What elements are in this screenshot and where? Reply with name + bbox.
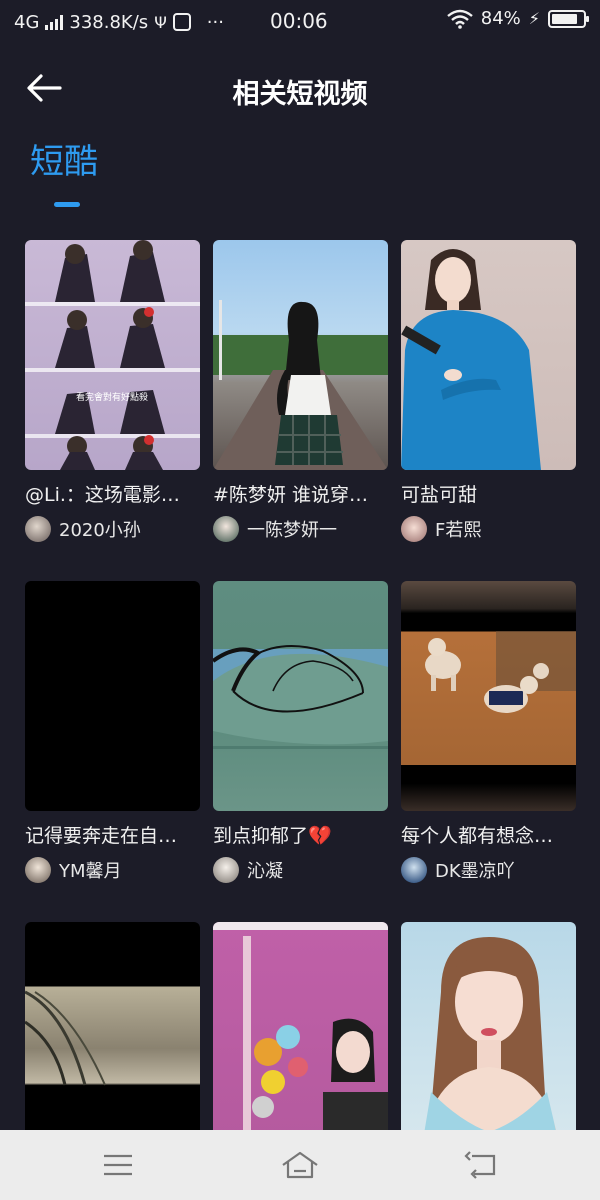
home-button[interactable]: [280, 1148, 320, 1182]
wifi-icon: [446, 9, 473, 29]
home-icon: [282, 1151, 318, 1179]
video-thumbnail: 看完會對有好點殺: [25, 240, 200, 470]
video-thumbnail: [213, 922, 388, 1152]
menu-icon: [104, 1154, 132, 1176]
avatar: [213, 516, 239, 542]
video-caption: 到点抑郁了💔: [213, 825, 332, 847]
video-thumbnail: [25, 581, 200, 811]
video-card[interactable]: [213, 922, 388, 1152]
video-card[interactable]: [401, 922, 576, 1152]
avatar: [401, 516, 427, 542]
tab-indicator: [54, 202, 80, 207]
author-name: F若熙: [435, 520, 482, 541]
author[interactable]: DK墨凉吖: [401, 857, 576, 883]
author-name: 2020小孙: [59, 520, 141, 541]
tab-label: 短酷: [30, 142, 98, 182]
video-card[interactable]: 看完會對有好點殺 @Li.：这场電影… 2020小孙: [25, 240, 200, 542]
video-card[interactable]: 每个人都有想念… DK墨凉吖: [401, 581, 576, 883]
status-left: 4G 338.8K/s Ψ ···: [14, 12, 264, 33]
back-nav-button[interactable]: [462, 1148, 502, 1182]
network-type: 4G: [14, 11, 40, 33]
video-caption: 可盐可甜: [401, 484, 478, 506]
avatar: [401, 857, 427, 883]
signal-icon: [45, 14, 64, 30]
author[interactable]: 一陈梦妍一: [213, 516, 388, 542]
return-icon: [464, 1151, 496, 1179]
video-caption: 每个人都有想念…: [401, 825, 554, 847]
video-thumbnail: [401, 922, 576, 1152]
video-card[interactable]: 记得要奔走在自… YM馨月: [25, 581, 200, 883]
video-caption: #陈梦妍 谁说穿…: [213, 484, 368, 506]
notification-icon: [172, 13, 191, 31]
battery-percent: 84%: [480, 8, 521, 29]
video-card[interactable]: 到点抑郁了💔 沁凝: [213, 581, 388, 883]
author[interactable]: YM馨月: [25, 857, 200, 883]
usb-icon: Ψ: [154, 12, 167, 32]
video-thumbnail: [213, 581, 388, 811]
video-thumbnail: [401, 240, 576, 470]
avatar: [25, 516, 51, 542]
more-icon: ···: [206, 11, 224, 33]
network-speed: 338.8K/s: [69, 11, 149, 33]
video-caption: @Li.：这场電影…: [25, 484, 180, 506]
author[interactable]: 2020小孙: [25, 516, 200, 542]
clock: 00:06: [270, 9, 328, 33]
author-name: DK墨凉吖: [435, 861, 515, 882]
video-card[interactable]: [25, 922, 200, 1152]
author-name: 沁凝: [247, 861, 283, 882]
avatar: [25, 857, 51, 883]
tab-duanku[interactable]: 短酷: [30, 134, 98, 207]
header: 相关短视频: [0, 60, 600, 116]
author-name: YM馨月: [59, 861, 122, 882]
battery-icon: [548, 9, 589, 28]
video-caption: 记得要奔走在自…: [25, 825, 178, 847]
status-bar: 4G 338.8K/s Ψ ··· 00:06 84% ⚡: [0, 0, 600, 44]
author[interactable]: F若熙: [401, 516, 576, 542]
video-thumbnail: [401, 581, 576, 811]
video-thumbnail: [25, 922, 200, 1152]
thumb-overlay-text: 看完會對有好點殺: [76, 391, 148, 403]
author[interactable]: 沁凝: [213, 857, 388, 883]
battery-fill: [552, 13, 578, 24]
status-right: 84% ⚡: [446, 8, 589, 29]
charging-icon: ⚡: [528, 9, 540, 28]
video-thumbnail: [213, 240, 388, 470]
avatar: [213, 857, 239, 883]
video-card[interactable]: 可盐可甜 F若熙: [401, 240, 576, 542]
page-title: 相关短视频: [232, 79, 368, 110]
author-name: 一陈梦妍一: [247, 520, 337, 541]
video-card[interactable]: #陈梦妍 谁说穿… 一陈梦妍一: [213, 240, 388, 542]
system-nav-bar: [0, 1130, 600, 1200]
menu-button[interactable]: [98, 1148, 138, 1182]
